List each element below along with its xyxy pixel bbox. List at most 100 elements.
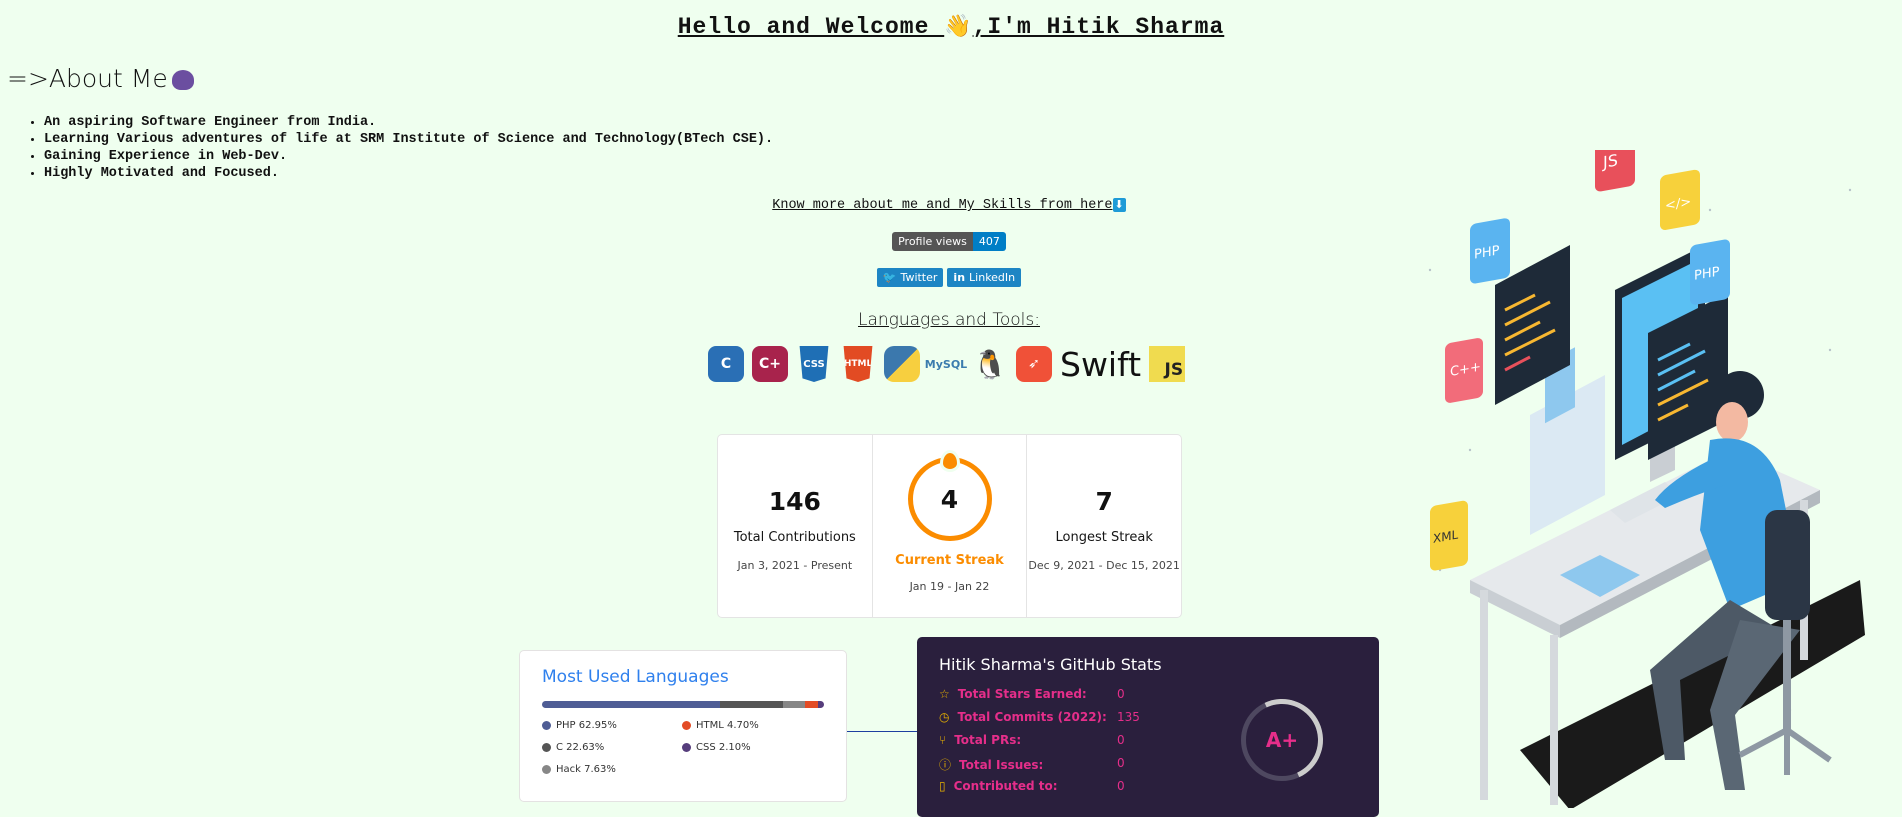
- longest-streak-value: 7: [1095, 487, 1113, 516]
- profile-views-badge: Profile views 407: [892, 232, 1006, 251]
- language-bar-segment: [804, 701, 819, 708]
- current-streak: 4 Current Streak Jan 19 - Jan 22: [871, 435, 1027, 617]
- repo-icon: ▯: [939, 779, 946, 793]
- stat-row-stars: ☆ Total Stars Earned: 0: [939, 687, 1125, 701]
- stat-value: 0: [1117, 687, 1125, 701]
- language-legend-item: HTML 4.70%: [682, 720, 822, 731]
- github-stats-title: Hitik Sharma's GitHub Stats: [939, 655, 1162, 674]
- stat-row-issues: ⓘ Total Issues: 0: [939, 756, 1125, 773]
- language-legend-label: C 22.63%: [556, 742, 605, 753]
- language-legend-label: HTML 4.70%: [696, 720, 759, 731]
- total-contributions: 146 Total Contributions Jan 3, 2021 - Pr…: [718, 435, 872, 617]
- language-dot: [542, 720, 551, 730]
- speaking-head-icon: [171, 70, 194, 90]
- language-bar: [542, 701, 824, 708]
- title-text: Hello and Welcome: [677, 14, 945, 40]
- python-icon[interactable]: [884, 346, 920, 382]
- stat-row-contributed: ▯ Contributed to: 0: [939, 779, 1125, 793]
- waving-hand-icon: 👋: [944, 15, 973, 40]
- down-arrow-icon: ⬇: [1112, 198, 1126, 212]
- total-contributions-value: 146: [768, 487, 821, 516]
- language-dot: [542, 764, 551, 774]
- language-legend-label: PHP 62.95%: [556, 720, 617, 731]
- language-legend-item: PHP 62.95%: [542, 720, 682, 731]
- most-used-languages-title: Most Used Languages: [542, 667, 729, 687]
- flame-icon: [939, 450, 960, 472]
- svg-text:JS: JS: [1602, 150, 1618, 172]
- title-name: ,I'm Hitik Sharma: [972, 14, 1225, 40]
- stat-row-prs: ⑂ Total PRs: 0: [939, 733, 1125, 747]
- total-contributions-range: Jan 3, 2021 - Present: [737, 559, 853, 572]
- language-dot: [542, 742, 551, 752]
- language-bar-segment: [542, 701, 720, 708]
- stat-label: Total Issues:: [959, 758, 1044, 772]
- clock-icon: ◷: [939, 710, 950, 724]
- longest-streak-label: Longest Streak: [1055, 530, 1153, 545]
- twitter-label: Twitter: [900, 271, 938, 284]
- developer-illustration: JS </> PHP PHP C++ XML: [1428, 150, 1865, 808]
- language-bar-segment: [818, 701, 824, 708]
- stat-row-commits: ◷ Total Commits (2022): 135: [939, 710, 1140, 724]
- profile-views-count: 407: [972, 232, 1006, 251]
- longest-streak: 7 Longest Streak Dec 9, 2021 - Dec 15, 2…: [1026, 435, 1181, 617]
- total-contributions-label: Total Contributions: [733, 530, 856, 545]
- stat-label: Total Stars Earned:: [957, 687, 1087, 701]
- stat-label: Total PRs:: [954, 733, 1022, 747]
- stat-value: 0: [1117, 779, 1125, 793]
- stat-value: 0: [1117, 756, 1125, 770]
- current-streak-range: Jan 19 - Jan 22: [909, 580, 990, 593]
- stat-value: 0: [1117, 733, 1125, 747]
- profile-views-label: Profile views: [892, 232, 973, 251]
- current-streak-label: Current Streak: [895, 553, 1004, 568]
- about-heading: =>About Me: [7, 64, 194, 93]
- grade-value: A+: [1265, 728, 1299, 752]
- linkedin-button[interactable]: in LinkedIn: [947, 268, 1022, 287]
- streak-ring: 4: [907, 450, 992, 541]
- tools-row: C C+ CSS HTML MySQL 🐧 ➶ Swift JS: [708, 345, 1186, 384]
- linkedin-label: LinkedIn: [969, 271, 1016, 284]
- language-bar-segment: [783, 701, 805, 708]
- language-legend: PHP 62.95% HTML 4.70% C 22.63% CSS 2.10% Hac…: [542, 720, 846, 775]
- swift-wordmark[interactable]: Swift: [1060, 345, 1141, 384]
- css3-icon[interactable]: CSS: [799, 346, 829, 382]
- list-item: Highly Motivated and Focused.: [44, 165, 773, 182]
- language-legend-label: CSS 2.10%: [696, 742, 751, 753]
- star-icon: ☆: [939, 687, 950, 701]
- github-stats-card: Hitik Sharma's GitHub Stats ☆ Total Stars…: [917, 637, 1379, 817]
- grade-ring: A+: [1241, 699, 1323, 781]
- stat-label: Contributed to:: [953, 779, 1058, 793]
- pull-request-icon: ⑂: [939, 733, 947, 747]
- list-item: Gaining Experience in Web-Dev.: [44, 148, 773, 165]
- language-legend-item: CSS 2.10%: [682, 742, 822, 753]
- issue-icon: ⓘ: [939, 758, 952, 772]
- language-legend-item: C 22.63%: [542, 742, 682, 753]
- chair: [1765, 510, 1810, 620]
- mysql-icon[interactable]: MySQL: [925, 346, 967, 382]
- linux-icon[interactable]: 🐧: [972, 346, 1008, 382]
- cplusplus-icon[interactable]: C+: [752, 346, 788, 382]
- page-title: Hello and Welcome 👋,I'm Hitik Sharma: [0, 14, 1902, 40]
- c-icon[interactable]: C: [708, 346, 744, 382]
- stat-label: Total Commits (2022):: [957, 710, 1107, 724]
- connector-line: [845, 731, 917, 732]
- language-bar-segment: [719, 701, 784, 708]
- know-more-text[interactable]: Know more about me and My Skills from he…: [772, 198, 1112, 213]
- javascript-icon[interactable]: JS: [1149, 346, 1186, 382]
- language-dot: [682, 720, 691, 730]
- language-legend-label: Hack 7.63%: [556, 764, 616, 775]
- streak-card: 146 Total Contributions Jan 3, 2021 - Pr…: [717, 434, 1182, 618]
- swift-icon[interactable]: ➶: [1016, 346, 1052, 382]
- about-list: An aspiring Software Engineer from India…: [20, 114, 773, 182]
- language-legend-item: Hack 7.63%: [542, 764, 682, 775]
- list-item: Learning Various adventures of life at S…: [44, 131, 773, 148]
- language-dot: [682, 742, 691, 752]
- current-streak-value: 4: [940, 484, 959, 514]
- linkedin-icon: in: [953, 271, 966, 284]
- most-used-languages-card: Most Used Languages PHP 62.95% HTML 4.70%…: [519, 650, 847, 802]
- html5-icon[interactable]: HTML: [843, 346, 873, 382]
- stat-value: 135: [1117, 710, 1140, 724]
- list-item: An aspiring Software Engineer from India…: [44, 114, 773, 131]
- about-heading-text: =>About Me: [7, 64, 168, 93]
- twitter-button[interactable]: 🐦 Twitter: [876, 268, 944, 287]
- twitter-icon: 🐦: [882, 271, 897, 284]
